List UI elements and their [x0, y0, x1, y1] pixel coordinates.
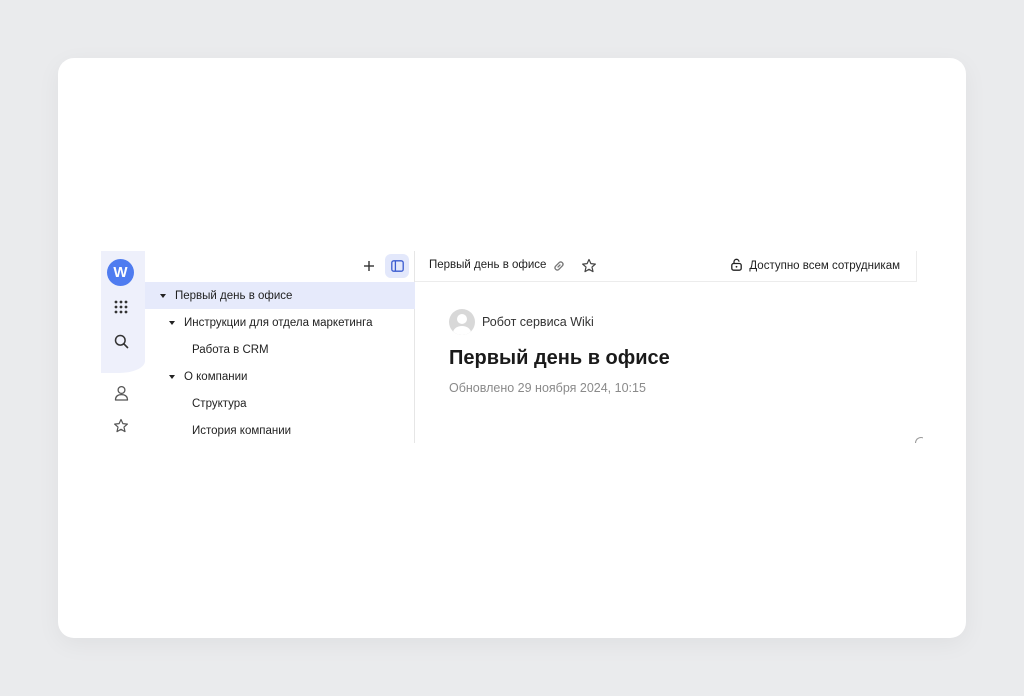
tree-item-label: Первый день в офисе [175, 289, 293, 302]
link-icon[interactable] [549, 256, 569, 276]
page-header-bar: Первый день в офисе Доступно всем сотруд… [415, 251, 917, 282]
chevron-down-icon[interactable] [169, 374, 175, 379]
left-rail: W [101, 251, 145, 443]
page-title: Первый день в офисе [449, 347, 670, 369]
tree-item-label: Инструкции для отдела маркетинга [184, 316, 373, 329]
tree-item-first-day[interactable]: Первый день в офисе [145, 282, 415, 309]
wiki-app: W Первый день в офисе Инструкции для отд… [101, 251, 923, 443]
wiki-logo[interactable]: W [107, 259, 134, 286]
tree-item-label: Структура [192, 397, 247, 410]
access-indicator[interactable]: Доступно всем сотрудникам [730, 258, 900, 274]
current-page-tab[interactable]: Первый день в офисе [429, 259, 546, 271]
tree-item-about-company[interactable]: О компании [145, 363, 415, 390]
page-author[interactable]: Робот сервиса Wiki [449, 309, 670, 335]
tree-item-label: История компании [192, 424, 292, 437]
author-name: Робот сервиса Wiki [482, 315, 594, 329]
main-content: Первый день в офисе Доступно всем сотруд… [415, 251, 923, 443]
tree-item-structure[interactable]: Структура [145, 390, 415, 417]
page-body: Робот сервиса Wiki Первый день в офисе О… [449, 309, 670, 395]
lock-icon [730, 258, 743, 274]
chevron-down-icon[interactable] [169, 320, 175, 325]
tree-item-marketing-instructions[interactable]: Инструкции для отдела маркетинга [145, 309, 415, 336]
loading-spinner-icon [915, 437, 923, 443]
window-card: W Первый день в офисе Инструкции для отд… [58, 58, 966, 638]
chevron-down-icon[interactable] [160, 293, 166, 298]
tree-toolbar [145, 251, 415, 282]
user-icon[interactable] [109, 381, 133, 405]
star-icon[interactable] [579, 256, 599, 276]
tree-item-crm[interactable]: Работа в CRM [145, 336, 415, 363]
sidebar-toggle-icon[interactable] [385, 254, 409, 278]
page-tree: Первый день в офисе Инструкции для отдел… [145, 282, 415, 443]
access-label: Доступно всем сотрудникам [749, 260, 900, 272]
tree-item-history[interactable]: История компании [145, 417, 415, 443]
tree-item-label: О компании [184, 370, 248, 383]
plus-icon[interactable] [357, 254, 381, 278]
updated-timestamp: Обновлено 29 ноября 2024, 10:15 [449, 381, 646, 395]
apps-grid-icon[interactable] [109, 295, 133, 319]
star-icon[interactable] [109, 414, 133, 438]
search-icon[interactable] [109, 329, 133, 353]
avatar [449, 309, 475, 335]
tree-item-label: Работа в CRM [192, 343, 269, 356]
page-tree-panel: Первый день в офисе Инструкции для отдел… [145, 251, 415, 443]
